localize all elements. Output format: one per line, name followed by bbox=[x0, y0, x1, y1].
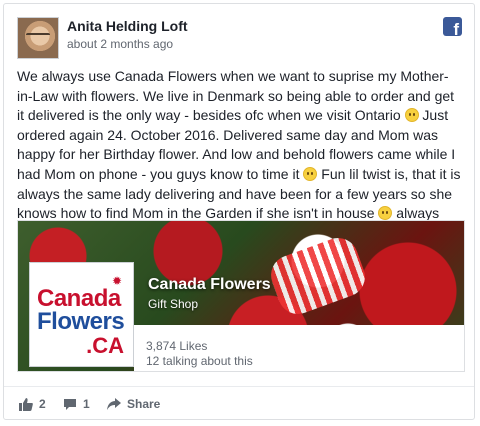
author-name[interactable]: Anita Helding Loft bbox=[67, 18, 188, 34]
comment-count: 1 bbox=[83, 397, 90, 411]
facebook-post-card: Anita Helding Loft about 2 months ago f … bbox=[3, 3, 475, 420]
tongue-emoji-icon bbox=[303, 166, 318, 181]
page-preview-card[interactable]: Canada Flowers Gift Shop 3,874 Likes 12 … bbox=[17, 220, 465, 372]
smile-emoji-icon bbox=[404, 108, 419, 123]
thumbs-up-icon bbox=[19, 397, 33, 411]
post-timestamp[interactable]: about 2 months ago bbox=[67, 37, 173, 51]
page-talking-count: 12 talking about this bbox=[146, 354, 253, 368]
facebook-logo-icon[interactable]: f bbox=[443, 17, 462, 39]
avatar-glasses bbox=[26, 33, 50, 41]
comment-icon bbox=[64, 398, 76, 410]
comment-button[interactable]: 1 bbox=[63, 397, 90, 411]
logo-text-flowers: Flowers bbox=[37, 308, 125, 335]
post-text-segment: We always use Canada Flowers when we wan… bbox=[17, 68, 455, 124]
share-button[interactable]: Share bbox=[107, 397, 160, 411]
smile-emoji-icon bbox=[378, 206, 393, 221]
share-arrow-icon bbox=[107, 398, 121, 410]
page-logo[interactable]: ✹ Canada Flowers .CA bbox=[29, 262, 134, 367]
page-info-panel: 3,874 Likes 12 talking about this bbox=[134, 325, 464, 371]
post-text: We always use Canada Flowers when we wan… bbox=[17, 67, 462, 243]
logo-text-ca: .CA bbox=[86, 333, 124, 358]
share-label: Share bbox=[127, 397, 161, 411]
like-button[interactable]: 2 bbox=[19, 397, 46, 411]
facebook-f-glyph: f bbox=[453, 20, 459, 39]
post-action-bar: 2 1 Share bbox=[4, 386, 474, 421]
page-likes-count: 3,874 Likes bbox=[146, 339, 208, 353]
author-avatar[interactable] bbox=[17, 17, 59, 59]
page-name[interactable]: Canada Flowers bbox=[148, 276, 271, 294]
like-count: 2 bbox=[39, 397, 46, 411]
page-category: Gift Shop bbox=[148, 297, 199, 311]
